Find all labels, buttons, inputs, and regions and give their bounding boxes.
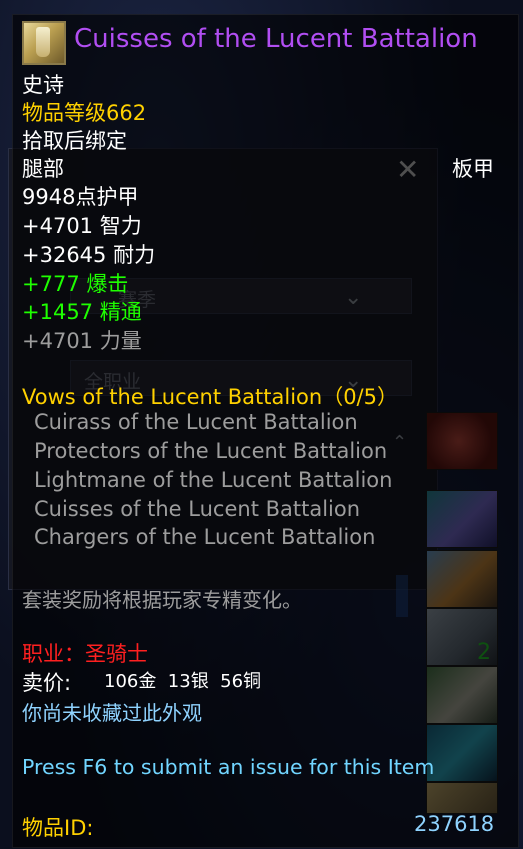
set-piece: Protectors of the Lucent Battalion [34, 439, 388, 463]
item-level: 物品等级662 [22, 101, 147, 125]
stat-strength: +4701 力量 [22, 329, 142, 353]
item-quality: 史诗 [22, 73, 64, 97]
stat-stamina: +32645 耐力 [22, 243, 156, 267]
set-title: Vows of the Lucent Battalion（0/5） [22, 385, 398, 409]
item-id-label: 物品ID: [22, 816, 94, 840]
item-slot: 腿部 [22, 157, 64, 181]
item-class-requirement: 职业：圣骑士 [22, 642, 148, 666]
stat-mastery: +1457 精通 [22, 300, 142, 324]
issue-prompt: Press F6 to submit an issue for this Ite… [22, 755, 435, 779]
transmog-status: 你尚未收藏过此外观 [22, 701, 202, 725]
stat-intellect: +4701 智力 [22, 214, 142, 238]
item-id-value: 237618 [414, 812, 495, 836]
sell-price-value: 106金 13银 56铜 [104, 671, 262, 692]
item-armor-type: 板甲 [452, 157, 494, 181]
stat-crit: +777 爆击 [22, 272, 129, 296]
item-armor: 9948点护甲 [22, 185, 139, 209]
sell-price-label: 卖价: [22, 671, 72, 695]
item-name: Cuisses of the Lucent Battalion [74, 24, 478, 54]
item-icon [22, 21, 66, 65]
set-piece: Cuirass of the Lucent Battalion [34, 410, 358, 434]
set-piece: Chargers of the Lucent Battalion [34, 525, 376, 549]
set-piece: Lightmane of the Lucent Battalion [34, 468, 393, 492]
item-binding: 拾取后绑定 [22, 129, 127, 153]
set-piece: Cuisses of the Lucent Battalion [34, 497, 361, 521]
set-bonus-note: 套装奖励将根据玩家专精变化。 [22, 588, 302, 612]
